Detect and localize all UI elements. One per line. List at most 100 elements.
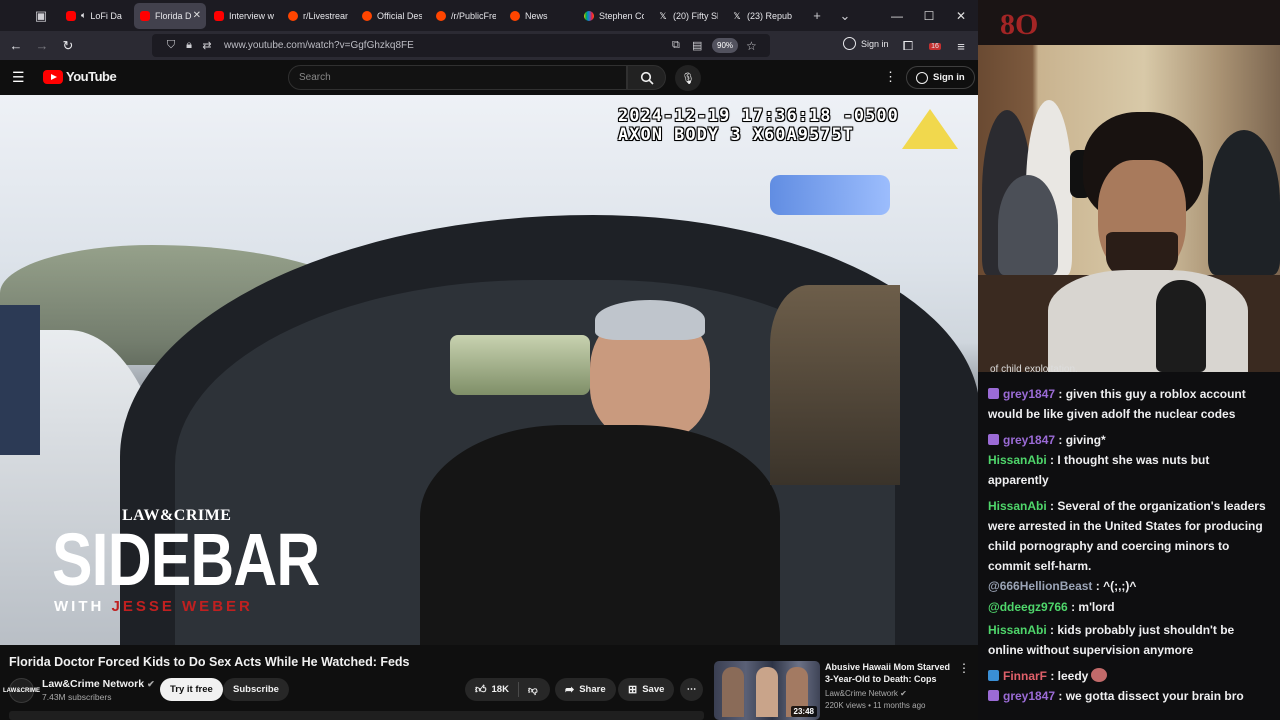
youtube-signin-button[interactable]: Sign in bbox=[906, 66, 975, 89]
address-bar[interactable]: ⛉ 🔒︎ ⇄ www.youtube.com/watch?v=GgfGhzkq8… bbox=[152, 34, 770, 57]
picture-in-picture-icon[interactable]: ⧉ bbox=[672, 39, 680, 52]
browser-tab[interactable]: Official Des bbox=[356, 3, 428, 29]
like-count: 18K bbox=[491, 684, 509, 695]
chat-username[interactable]: FinnarF bbox=[1003, 669, 1047, 683]
chat-username[interactable]: grey1847 bbox=[1003, 689, 1055, 703]
browser-tab[interactable]: /r/PublicFre bbox=[430, 3, 502, 29]
channel-name[interactable]: Law&Crime Network ✔ bbox=[42, 678, 155, 690]
brand-sidebar: SIDEBAR bbox=[52, 518, 320, 601]
url-text[interactable]: www.youtube.com/watch?v=GgfGhzkq8FE bbox=[224, 40, 414, 51]
chat-username[interactable]: HissanAbi bbox=[988, 453, 1047, 467]
share-arrow-icon: ➦ bbox=[565, 684, 575, 696]
voice-search-button[interactable]: 🎙︎ bbox=[675, 65, 701, 91]
hamburger-menu-icon[interactable]: ☰ bbox=[12, 69, 25, 86]
axon-logo-icon bbox=[902, 109, 958, 149]
try-it-free-button[interactable]: Try it free bbox=[160, 678, 223, 701]
recommended-channel[interactable]: Law&Crime Network ✔ bbox=[825, 689, 907, 698]
x-favicon-icon: 𝕏 bbox=[733, 10, 741, 21]
browser-tab[interactable]: News bbox=[504, 3, 576, 29]
subscribe-button[interactable]: Subscribe bbox=[223, 678, 289, 701]
reload-button[interactable]: ↻ bbox=[55, 33, 81, 59]
recommended-more-icon[interactable]: ⋮ bbox=[958, 661, 970, 675]
minimize-button[interactable]: — bbox=[880, 0, 914, 31]
user-icon bbox=[916, 71, 928, 84]
zoom-level-badge[interactable]: 90% bbox=[712, 38, 739, 53]
recommended-video-thumbnail[interactable]: 23:48 bbox=[714, 661, 820, 720]
settings-kebab-icon[interactable]: ⋮ bbox=[884, 69, 897, 85]
tab-list-button[interactable]: ⌄ bbox=[832, 3, 858, 29]
browser-tab[interactable]: 𝕏 (20) Fifty Sh bbox=[652, 3, 724, 29]
sub-badge-icon[interactable] bbox=[988, 690, 999, 701]
side-window bbox=[770, 285, 900, 485]
share-button[interactable]: ➦ Share bbox=[555, 678, 616, 701]
firefox-account-button[interactable]: Sign in bbox=[843, 37, 889, 50]
like-button[interactable]: 👍︎ 18K bbox=[465, 682, 519, 697]
browser-tab[interactable]: Stephen Co bbox=[578, 3, 650, 29]
chat-text: leedy bbox=[1057, 669, 1089, 683]
maximize-button[interactable]: ☐ bbox=[912, 0, 946, 31]
chat-separator: : bbox=[1046, 453, 1058, 467]
chat-username[interactable]: HissanAbi bbox=[988, 499, 1047, 513]
reddit-favicon-icon bbox=[362, 10, 372, 21]
video-player[interactable]: 2024-12-19 17:36:18 -0500 AXON BODY 3 X6… bbox=[0, 95, 978, 645]
tab-title: News bbox=[525, 10, 548, 21]
suspect-shirt bbox=[420, 425, 780, 645]
browser-tab[interactable]: r/Livestrean bbox=[282, 3, 354, 29]
channel-name-text[interactable]: Law&Crime Network bbox=[42, 678, 144, 690]
chat-username[interactable]: grey1847 bbox=[1003, 387, 1055, 401]
forward-button[interactable]: → bbox=[29, 33, 55, 59]
chat-separator: : bbox=[1055, 387, 1066, 401]
browser-tab[interactable]: 🔈︎ LoFi Da bbox=[60, 3, 132, 29]
recommended-channel-name[interactable]: Law&Crime Network bbox=[825, 689, 898, 698]
reader-view-icon[interactable]: ▤ bbox=[692, 39, 702, 52]
close-tab-icon[interactable]: ✕ bbox=[193, 10, 201, 21]
tab-title: (23) Republ bbox=[747, 10, 792, 21]
browser-tab[interactable]: 𝕏 (23) Republ bbox=[726, 3, 798, 29]
bookmark-star-icon[interactable]: ☆ bbox=[746, 39, 757, 53]
tracking-shield-icon[interactable]: ⛉ bbox=[162, 39, 180, 52]
crowd-figure bbox=[998, 175, 1058, 275]
permissions-icon[interactable]: ⇄ bbox=[198, 39, 216, 52]
sub-badge-icon[interactable] bbox=[988, 388, 999, 399]
lock-icon[interactable]: 🔒︎ bbox=[180, 39, 198, 52]
vip-badge-icon[interactable] bbox=[988, 670, 999, 681]
extension-badge-icon[interactable]: 16 bbox=[922, 33, 948, 59]
youtube-favicon-icon bbox=[214, 10, 224, 21]
channel-avatar[interactable]: LAW&CRIME bbox=[3, 678, 40, 703]
search-button[interactable] bbox=[627, 65, 666, 90]
verified-check-icon: ✔ bbox=[147, 679, 155, 689]
chat-username[interactable]: @ddeegz9766 bbox=[988, 600, 1068, 614]
chat-username[interactable]: grey1847 bbox=[1003, 433, 1055, 447]
share-label: Share bbox=[579, 684, 606, 695]
more-actions-button[interactable]: ⋯ bbox=[680, 678, 703, 701]
youtube-logo[interactable]: YouTube bbox=[43, 69, 117, 84]
tab-title: Official Des bbox=[377, 10, 422, 21]
chat-username[interactable]: HissanAbi bbox=[988, 623, 1047, 637]
bookmark-add-icon: ⊞ bbox=[628, 684, 638, 696]
speaker-icon[interactable]: 🔈︎ bbox=[81, 10, 86, 21]
chat-message: grey1847 : given this guy a roblox accou… bbox=[988, 384, 1272, 424]
recommended-video-title[interactable]: Abusive Hawaii Mom Starved 3-Year-Old to… bbox=[825, 662, 955, 685]
back-button[interactable]: ← bbox=[3, 33, 29, 59]
app-menu-icon[interactable]: ≡ bbox=[948, 33, 974, 59]
sub-badge-icon[interactable] bbox=[988, 434, 999, 445]
chat-separator: : bbox=[1046, 499, 1058, 513]
browser-tab[interactable]: Interview w bbox=[208, 3, 280, 29]
chat-message: @666HellionBeast : ^(;,;)^ bbox=[988, 576, 1272, 596]
tab-title: LoFi Da bbox=[90, 10, 122, 21]
browser-tab[interactable]: Florida D ✕ bbox=[134, 2, 206, 29]
suspect-hair bbox=[595, 300, 705, 340]
save-button[interactable]: ⊞ Save bbox=[618, 678, 675, 701]
thumbnail-figure bbox=[756, 667, 778, 717]
tab-title: r/Livestrean bbox=[303, 10, 348, 21]
new-tab-button[interactable]: + bbox=[804, 3, 830, 29]
extensions-icon[interactable]: ⧠ bbox=[895, 33, 921, 59]
chat-username[interactable]: @666HellionBeast bbox=[988, 579, 1092, 593]
search-input[interactable]: Search bbox=[288, 65, 627, 90]
reddit-favicon-icon bbox=[436, 10, 446, 21]
dislike-button[interactable]: 👎︎ bbox=[519, 684, 538, 696]
chat-message: HissanAbi : kids probably just shouldn't… bbox=[988, 620, 1272, 660]
tab-title: (20) Fifty Sh bbox=[673, 10, 718, 21]
close-window-button[interactable]: ✕ bbox=[944, 0, 978, 31]
tab-overview-icon[interactable]: ▣ bbox=[28, 3, 54, 29]
